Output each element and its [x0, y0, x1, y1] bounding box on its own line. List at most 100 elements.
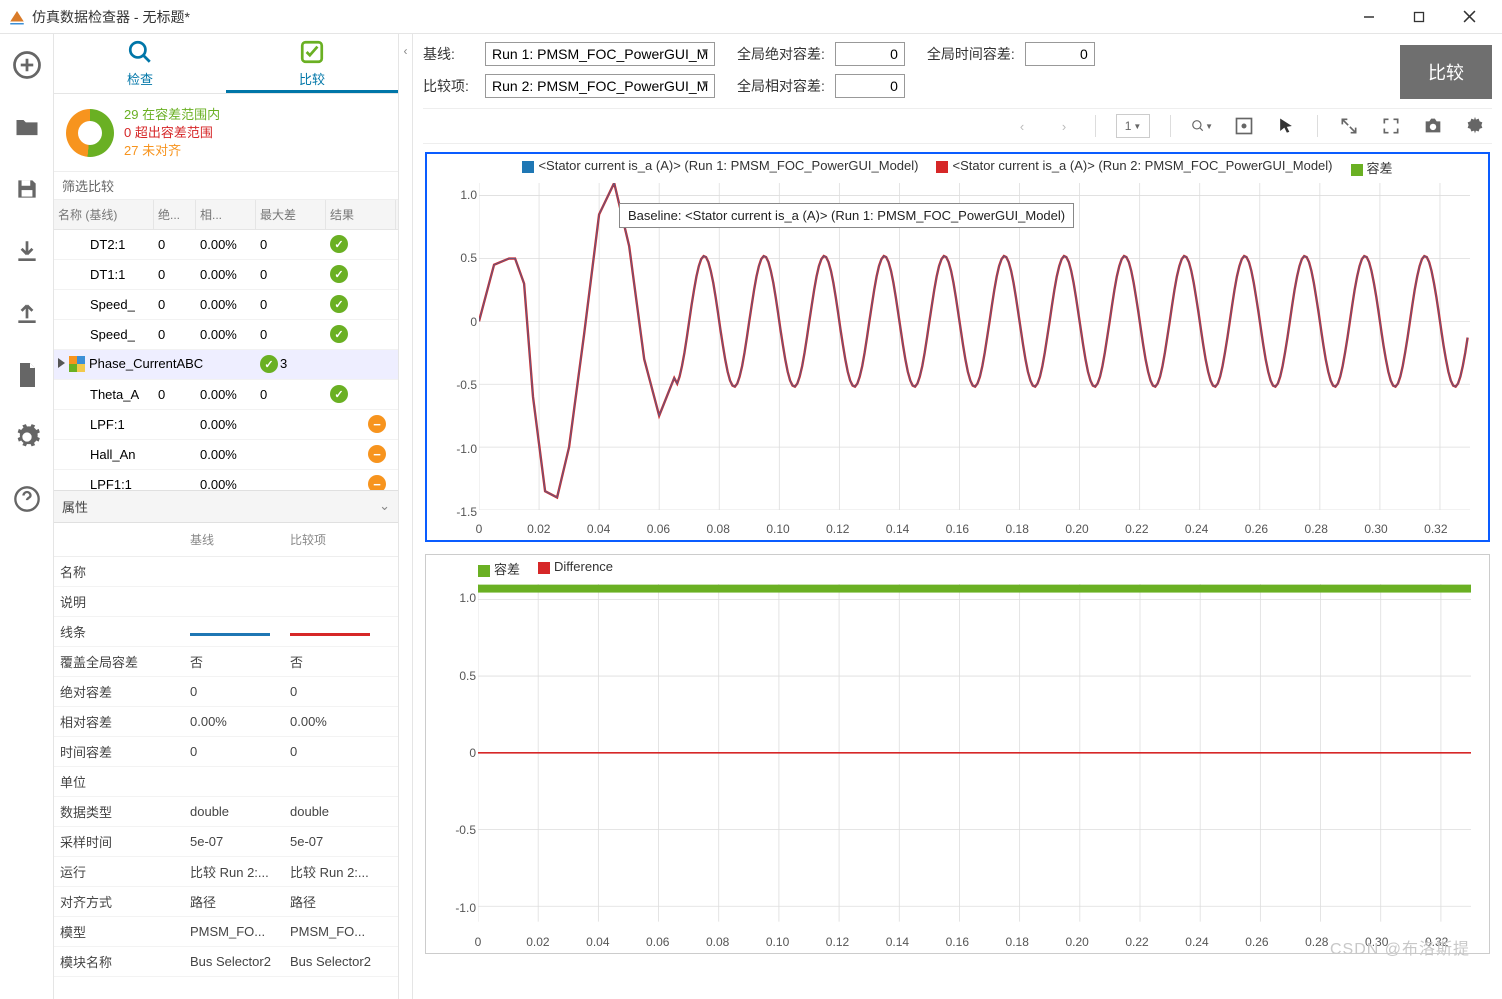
warn-icon: −: [368, 415, 386, 433]
props-col-compare: 比较项: [284, 523, 384, 556]
snapshot-icon[interactable]: [1422, 115, 1444, 137]
property-row: 模型PMSM_FO...PMSM_FO...: [54, 917, 398, 947]
zoom-icon[interactable]: ▼: [1191, 115, 1213, 137]
check-icon: ✓: [330, 265, 348, 283]
table-row[interactable]: Speed_00.00%0✓: [54, 320, 398, 350]
time-tol-input[interactable]: [1025, 42, 1095, 66]
settings-icon[interactable]: [12, 422, 42, 452]
gear-icon[interactable]: [1464, 115, 1486, 137]
props-col-baseline: 基线: [184, 523, 284, 556]
results-table[interactable]: DT2:100.00%0✓DT1:100.00%0✓Speed_00.00%0✓…: [54, 230, 398, 490]
expand-icon[interactable]: [1338, 115, 1360, 137]
col-res[interactable]: 结果: [326, 200, 396, 229]
close-button[interactable]: [1444, 1, 1494, 33]
abs-tol-label: 全局绝对容差:: [737, 44, 825, 64]
tab-compare[interactable]: 比较: [226, 34, 398, 93]
abs-tol-input[interactable]: [835, 42, 905, 66]
layout-dropdown[interactable]: 1▼: [1116, 114, 1150, 138]
rel-tol-input[interactable]: [835, 74, 905, 98]
legend-swatch-diff: [538, 562, 550, 574]
chevron-down-icon[interactable]: ⌄: [379, 498, 390, 514]
baseline-select[interactable]: Run 1: PMSM_FOC_PowerGUI_M: [485, 42, 715, 66]
check-icon: ✓: [260, 355, 278, 373]
properties-header: 属性: [62, 497, 88, 516]
nav-prev-icon[interactable]: ‹: [1011, 115, 1033, 137]
check-icon: ✓: [330, 235, 348, 253]
table-row[interactable]: Theta_A00.00%0✓: [54, 380, 398, 410]
table-row[interactable]: LPF:10.00%−: [54, 410, 398, 440]
property-row: 绝对容差00: [54, 677, 398, 707]
table-row[interactable]: DT2:100.00%0✓: [54, 230, 398, 260]
summary-in-tolerance: 29 在容差范围内: [124, 106, 220, 124]
legend-swatch-tol2: [478, 565, 490, 577]
signal-group-icon: [69, 356, 85, 372]
compare-button[interactable]: 比较: [1400, 45, 1492, 99]
watermark: CSDN @布洛斯提: [1330, 935, 1470, 959]
warn-icon: −: [368, 475, 386, 490]
check-icon: ✓: [330, 385, 348, 403]
document-icon[interactable]: [12, 360, 42, 390]
col-abs[interactable]: 绝...: [154, 200, 196, 229]
legend-tol2: 容差: [494, 562, 520, 577]
legend-swatch-tol: [1351, 164, 1363, 176]
compare-label: 比较项:: [423, 76, 475, 96]
save-icon[interactable]: [12, 174, 42, 204]
table-row[interactable]: Phase_CurrentABC✓3: [54, 350, 398, 380]
check-icon: ✓: [330, 325, 348, 343]
maximize-button[interactable]: [1394, 1, 1444, 33]
table-row[interactable]: Speed_00.00%0✓: [54, 290, 398, 320]
col-max[interactable]: 最大差: [256, 200, 326, 229]
property-row: 时间容差00: [54, 737, 398, 767]
help-icon[interactable]: [12, 484, 42, 514]
property-row: 线条: [54, 617, 398, 647]
filter-label: 筛选比较: [54, 171, 398, 200]
property-row: 数据类型doubledouble: [54, 797, 398, 827]
cursor-icon[interactable]: [1275, 115, 1297, 137]
tab-inspect[interactable]: 检查: [54, 34, 226, 93]
property-row: 说明: [54, 587, 398, 617]
property-row: 模块名称Bus Selector2Bus Selector2: [54, 947, 398, 977]
minimize-button[interactable]: [1344, 1, 1394, 33]
import-icon[interactable]: [12, 236, 42, 266]
property-row: 名称: [54, 557, 398, 587]
export-icon[interactable]: [12, 298, 42, 328]
expand-icon[interactable]: [58, 358, 65, 368]
collapse-handle[interactable]: ‹: [399, 34, 413, 999]
legend-run2: <Stator current is_a (A)> (Run 2: PMSM_F…: [952, 158, 1332, 173]
summary-unaligned: 27 未对齐: [124, 142, 220, 160]
baseline-label: 基线:: [423, 44, 475, 64]
add-icon[interactable]: [12, 50, 42, 80]
rel-tol-label: 全局相对容差:: [737, 76, 825, 96]
plot-tooltip: Baseline: <Stator current is_a (A)> (Run…: [619, 203, 1074, 228]
folder-icon[interactable]: [12, 112, 42, 142]
compare-select[interactable]: Run 2: PMSM_FOC_PowerGUI_M: [485, 74, 715, 98]
col-rel[interactable]: 相...: [196, 200, 256, 229]
nav-next-icon[interactable]: ›: [1053, 115, 1075, 137]
check-icon: ✓: [330, 295, 348, 313]
summary-out-tolerance: 0 超出容差范围: [124, 124, 220, 142]
signal-plot[interactable]: <Stator current is_a (A)> (Run 1: PMSM_F…: [425, 152, 1490, 542]
property-row: 覆盖全局容差否否: [54, 647, 398, 677]
summary-donut-icon: [66, 109, 114, 157]
legend-swatch-run2: [936, 161, 948, 173]
app-logo-icon: [8, 8, 26, 26]
property-row: 对齐方式路径路径: [54, 887, 398, 917]
table-row[interactable]: LPF1:10.00%−: [54, 470, 398, 490]
legend-run1: <Stator current is_a (A)> (Run 1: PMSM_F…: [538, 158, 918, 173]
fullscreen-icon[interactable]: [1380, 115, 1402, 137]
table-row[interactable]: Hall_An0.00%−: [54, 440, 398, 470]
table-row[interactable]: DT1:100.00%0✓: [54, 260, 398, 290]
property-row: 相对容差0.00%0.00%: [54, 707, 398, 737]
property-row: 单位: [54, 767, 398, 797]
col-name[interactable]: 名称 (基线): [54, 200, 154, 229]
difference-plot[interactable]: 容差 Difference -1.0-0.500.51.000.020.040.…: [425, 554, 1490, 954]
property-row: 运行比较 Run 2:...比较 Run 2:...: [54, 857, 398, 887]
property-row: 采样时间5e-075e-07: [54, 827, 398, 857]
legend-tol: 容差: [1367, 161, 1393, 176]
fit-icon[interactable]: [1233, 115, 1255, 137]
tab-compare-label: 比较: [299, 69, 325, 88]
window-title: 仿真数据检查器 - 无标题*: [32, 7, 1344, 27]
warn-icon: −: [368, 445, 386, 463]
legend-diff: Difference: [554, 559, 613, 574]
time-tol-label: 全局时间容差:: [927, 44, 1015, 64]
